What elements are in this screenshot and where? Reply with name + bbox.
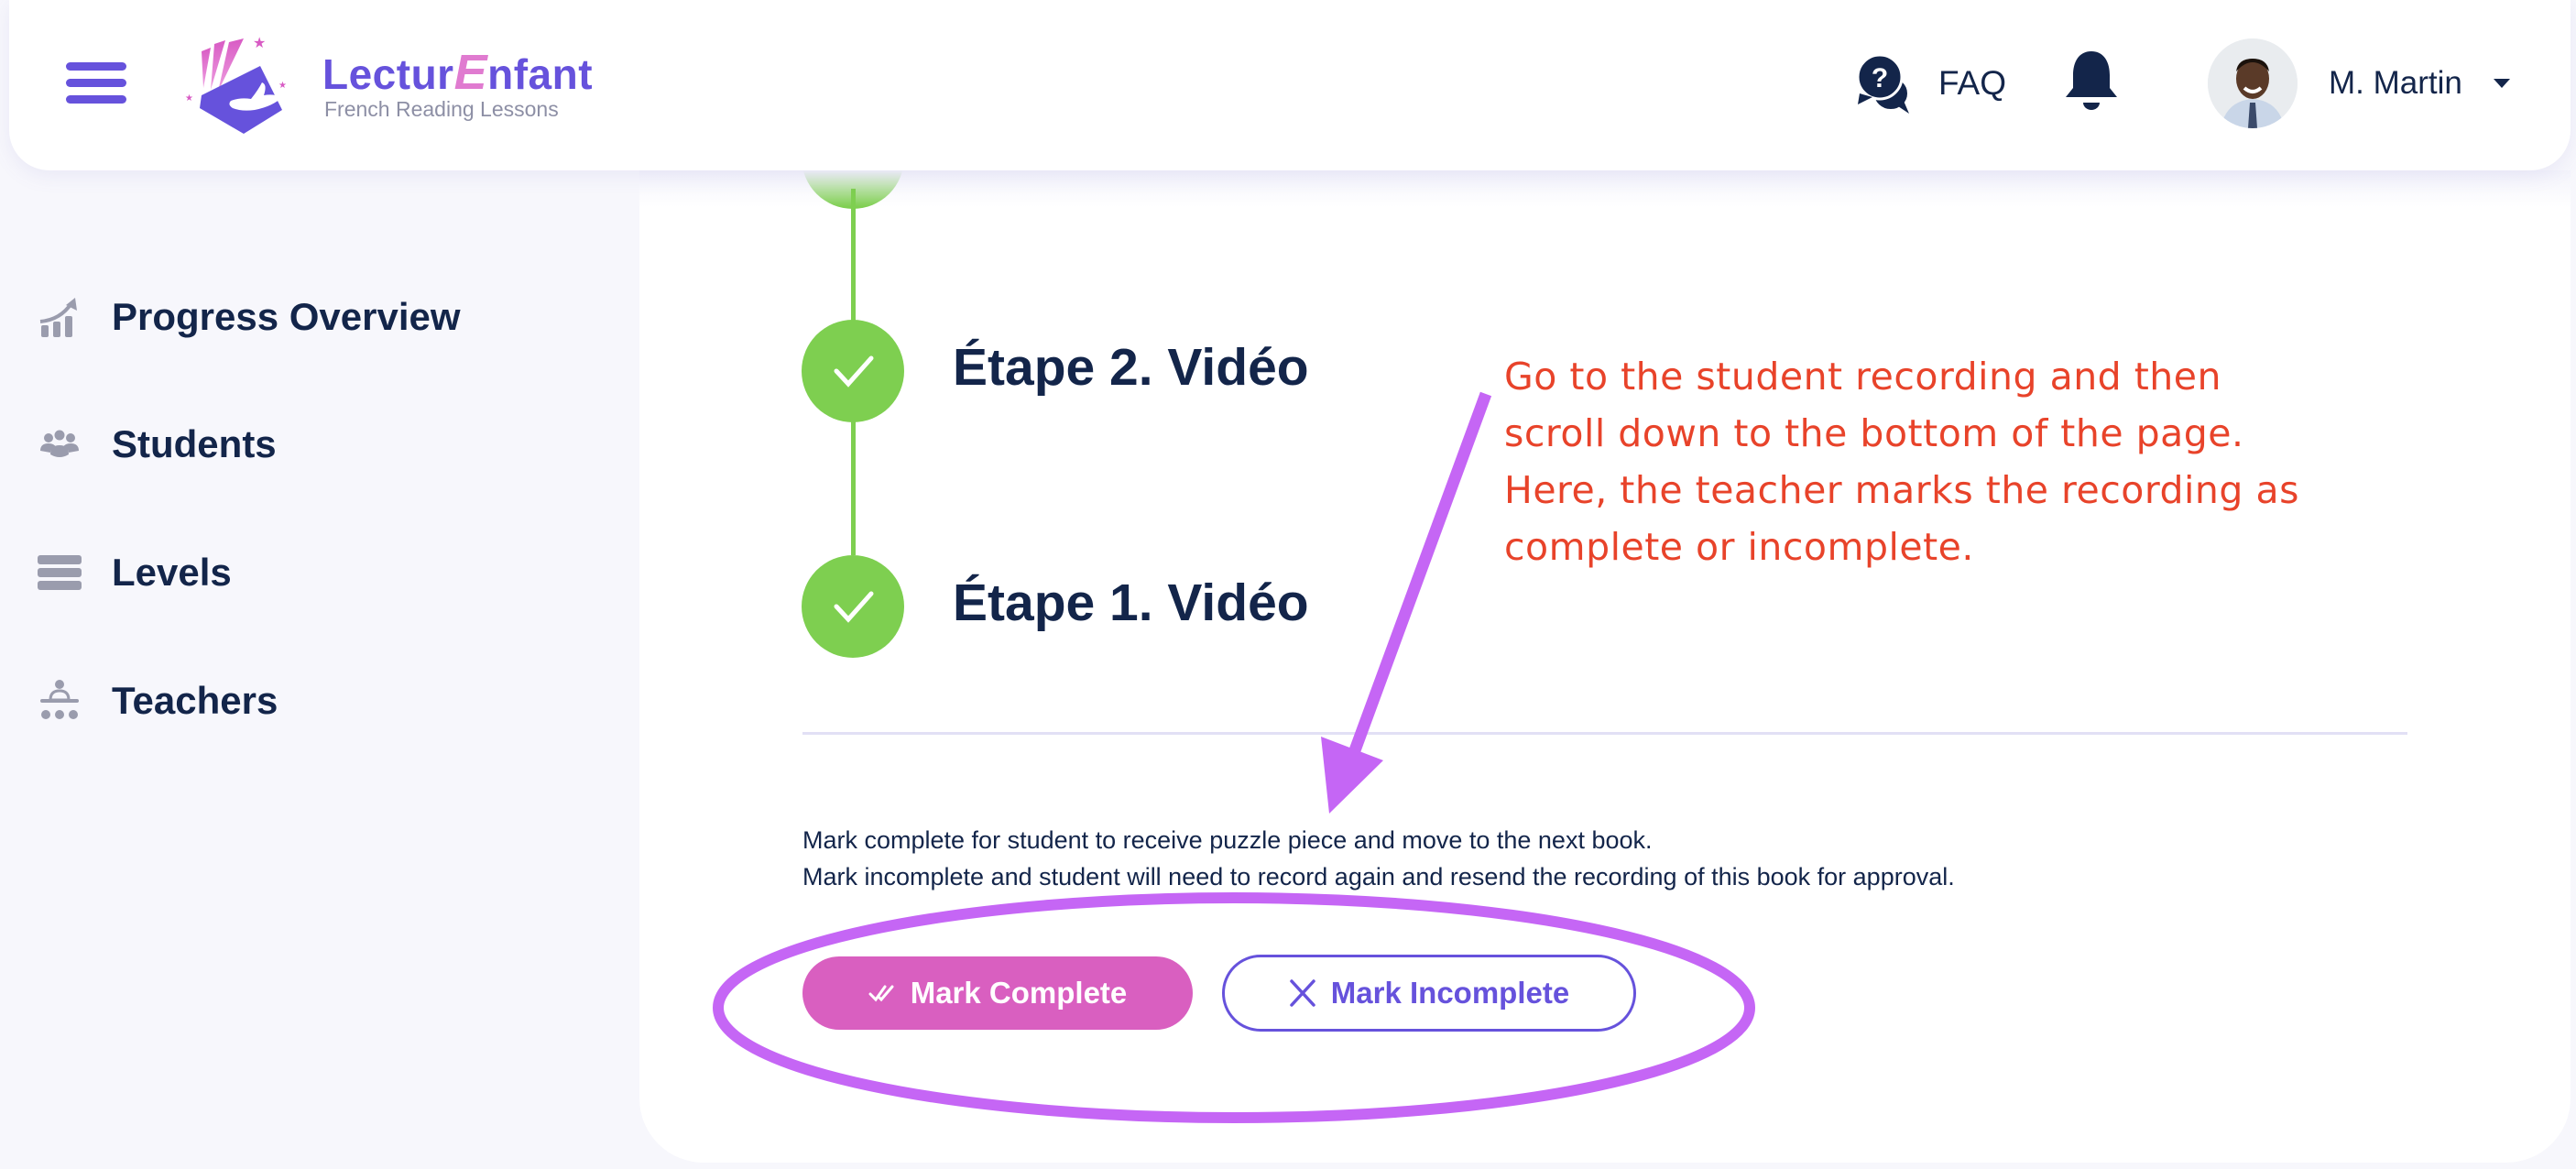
- double-check-icon: [868, 985, 894, 1002]
- hamburger-bar: [66, 79, 126, 87]
- teacher-classroom-icon: [37, 678, 82, 724]
- annotation-line: complete or incomplete.: [1504, 525, 1974, 569]
- chart-growth-icon: [37, 294, 82, 340]
- close-x-icon: [1290, 979, 1315, 1007]
- book-hand-logo-icon: ★ ★ ★: [185, 36, 287, 134]
- faq-link[interactable]: ? FAQ: [1856, 49, 2006, 117]
- logo-title-accent: E: [453, 45, 488, 100]
- svg-text:★: ★: [185, 93, 193, 104]
- timeline-step-title[interactable]: Étape 2. Vidéo: [953, 337, 1309, 398]
- brand-logo[interactable]: ★ ★ ★ LecturEnfant French Reading Lesson…: [183, 33, 605, 134]
- timeline-step-title[interactable]: Étape 1. Vidéo: [953, 573, 1309, 633]
- annotation-line: Go to the student recording and then: [1504, 355, 2222, 399]
- annotation-note: Go to the student recording and then scr…: [1504, 348, 2299, 575]
- logo-title: LecturEnfant: [322, 44, 593, 101]
- sidebar-item-levels[interactable]: Levels: [37, 545, 232, 600]
- review-instruction-incomplete: Mark incomplete and student will need to…: [802, 863, 1955, 890]
- sidebar-item-students[interactable]: Students: [37, 417, 277, 472]
- timeline-step-complete: [802, 555, 904, 658]
- users-group-icon: [37, 421, 82, 467]
- sidebar-item-label: Teachers: [112, 679, 278, 722]
- layers-icon: [37, 550, 82, 595]
- sidebar-item-label: Students: [112, 422, 277, 465]
- sidebar: Progress Overview Students Levels Teache…: [0, 170, 639, 1169]
- checkmark-icon: [834, 355, 874, 388]
- hamburger-bar: [66, 62, 126, 71]
- svg-text:★: ★: [253, 36, 266, 51]
- sidebar-item-label: Levels: [112, 551, 232, 594]
- section-divider: [802, 732, 2407, 735]
- logo-title-part: nfant: [487, 50, 594, 98]
- mark-incomplete-button[interactable]: Mark Incomplete: [1222, 955, 1636, 1032]
- main-content: Étape 2. Vidéo Étape 1. Vidéo Mark compl…: [639, 106, 2571, 1163]
- user-avatar-photo: [2208, 38, 2298, 128]
- svg-text:?: ?: [1872, 63, 1888, 93]
- sidebar-item-teachers[interactable]: Teachers: [37, 673, 278, 728]
- mark-complete-label: Mark Complete: [910, 976, 1128, 1010]
- faq-label: FAQ: [1938, 64, 2007, 102]
- bell-icon[interactable]: [2059, 49, 2123, 114]
- checkmark-icon: [834, 591, 874, 623]
- timeline-step-complete: [802, 320, 904, 422]
- caret-down-icon[interactable]: [2493, 79, 2510, 88]
- mark-complete-button[interactable]: Mark Complete: [802, 956, 1193, 1030]
- review-instruction-complete: Mark complete for student to receive puz…: [802, 826, 1653, 854]
- avatar: [2208, 38, 2298, 128]
- scroll-shade: [639, 170, 2571, 207]
- svg-text:★: ★: [278, 81, 287, 91]
- hamburger-menu-icon[interactable]: [66, 62, 126, 104]
- annotation-line: Here, the teacher marks the recording as: [1504, 468, 2299, 512]
- user-menu[interactable]: M. Martin: [2208, 38, 2510, 128]
- annotation-line: scroll down to the bottom of the page.: [1504, 411, 2244, 455]
- logo-subtitle: French Reading Lessons: [324, 97, 559, 121]
- timeline-connector: [851, 399, 856, 555]
- logo-title-part: Lectur: [322, 50, 454, 98]
- mark-incomplete-label: Mark Incomplete: [1330, 976, 1570, 1010]
- sidebar-item-progress-overview[interactable]: Progress Overview: [37, 290, 461, 344]
- hamburger-bar: [66, 95, 126, 104]
- top-header: ★ ★ ★ LecturEnfant French Reading Lesson…: [9, 0, 2571, 170]
- user-name: M. Martin: [2329, 65, 2462, 101]
- sidebar-item-label: Progress Overview: [112, 295, 461, 338]
- faq-chat-question-icon: ?: [1856, 53, 1911, 114]
